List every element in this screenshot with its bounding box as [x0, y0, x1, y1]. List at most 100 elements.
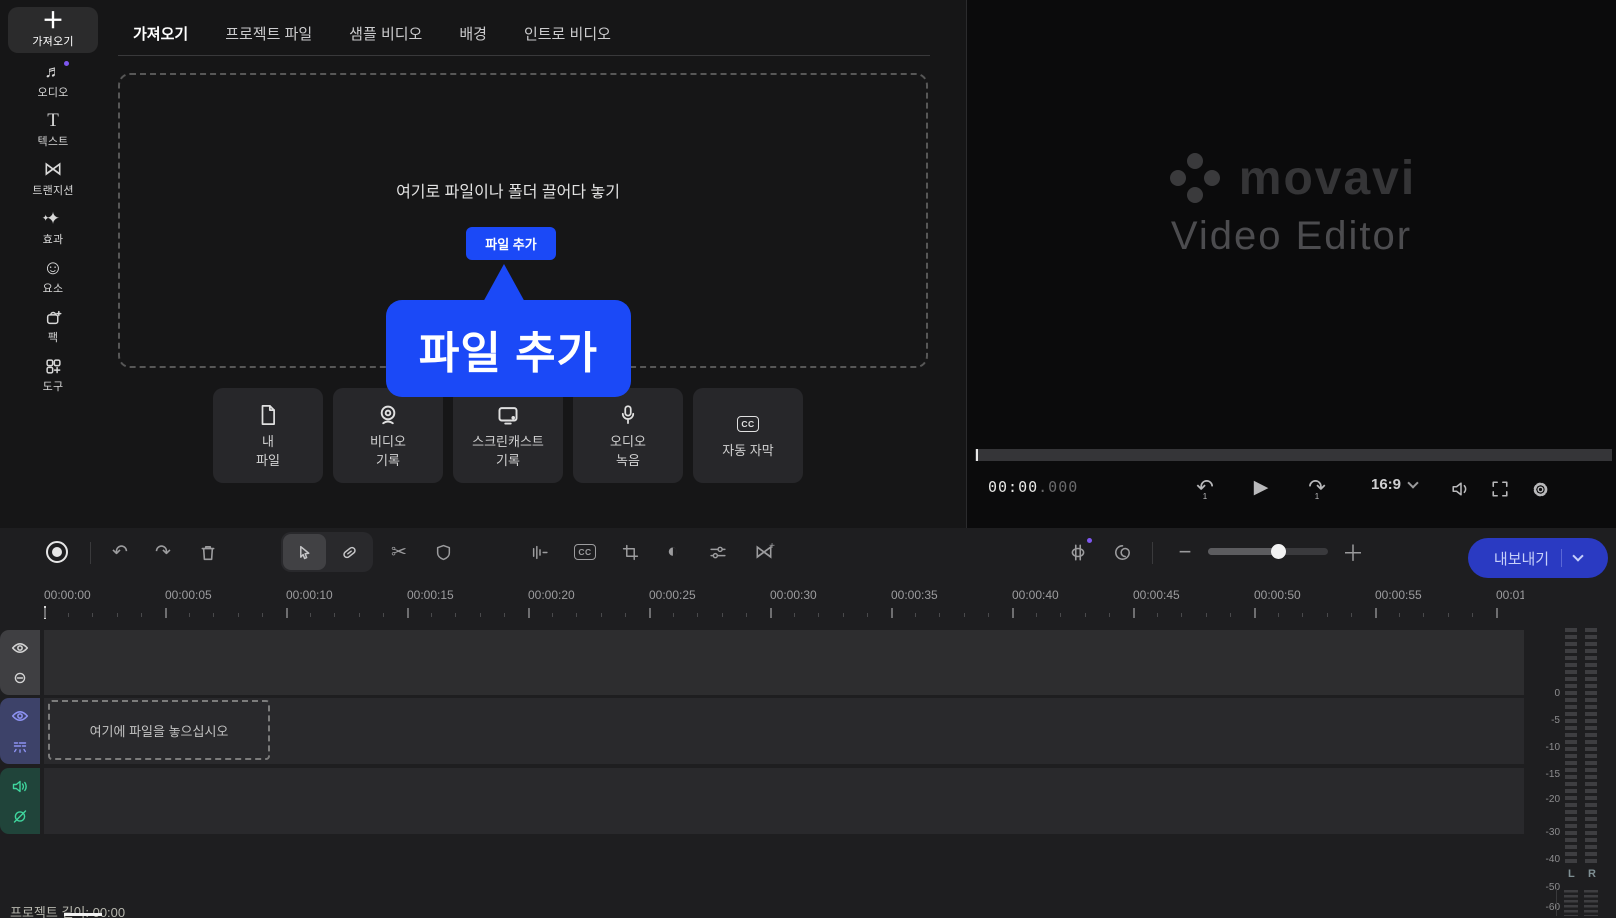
timeline-zoom-slider[interactable] [1208, 548, 1328, 555]
track-mute-speaker-icon[interactable] [10, 777, 30, 795]
captions-button[interactable]: CC [567, 534, 603, 570]
zoom-out-button[interactable]: − [1170, 534, 1200, 570]
track-dropzone[interactable]: 여기에 파일을 놓으십시오 [48, 700, 270, 760]
sidebar-item-transitions[interactable]: ⋈ 트랜지션 [8, 156, 98, 202]
button-label: 오디오 [610, 434, 646, 450]
my-files-button[interactable]: 내 파일 [213, 388, 323, 483]
track-visibility-eye-icon[interactable] [10, 639, 30, 657]
delete-button[interactable] [190, 534, 226, 570]
ruler-tick [92, 613, 93, 617]
play-button[interactable]: ▶ [1245, 470, 1277, 504]
volume-button[interactable] [1446, 474, 1476, 504]
redo-button[interactable]: ↷ [145, 534, 181, 570]
overlay-track [0, 630, 1524, 695]
ruler-tick [1448, 613, 1449, 617]
tab-import[interactable]: 가져오기 [133, 23, 188, 44]
marker-button[interactable] [425, 534, 461, 570]
button-label: 기록 [496, 453, 520, 469]
track-link-icon[interactable] [10, 669, 30, 687]
ruler-tick [1496, 608, 1498, 618]
sidebar-item-label: 효과 [43, 231, 64, 247]
ruler-tick [141, 613, 142, 617]
ruler-tick [843, 613, 844, 617]
tab-backgrounds[interactable]: 배경 [459, 23, 487, 44]
beat-detection-button[interactable] [1060, 534, 1096, 570]
pointer-tool-button[interactable] [283, 534, 326, 570]
ruler-tick [625, 613, 626, 617]
scroll-indicator [64, 913, 102, 916]
track-unlink-icon[interactable] [10, 807, 30, 825]
seek-bar[interactable] [975, 449, 1612, 461]
sidebar-item-tools[interactable]: 도구 [8, 352, 98, 398]
audio-track [0, 768, 1524, 834]
tab-sample-videos[interactable]: 샘플 비디오 [349, 23, 422, 44]
sidebar-item-import[interactable]: ＋ 가져오기 [8, 7, 98, 53]
record-button[interactable] [39, 534, 75, 570]
ruler-label: 00:00:50 [1254, 588, 1301, 602]
fullscreen-button[interactable] [1485, 474, 1515, 504]
tab-project-files[interactable]: 프로젝트 파일 [225, 23, 312, 44]
aspect-ratio-select[interactable]: 16:9 [1371, 476, 1417, 493]
microphone-icon [618, 403, 638, 427]
ruler-tick [310, 613, 311, 617]
ruler-tick [1230, 613, 1231, 617]
export-label: 내보내기 [1494, 548, 1549, 569]
ruler-tick [794, 613, 795, 617]
undo-button[interactable]: ↶ [102, 534, 138, 570]
ruler-tick [649, 608, 651, 618]
sidebar-item-effects[interactable]: ✦✦ 효과 [8, 205, 98, 251]
split-scissors-button[interactable]: ✂ [381, 534, 417, 570]
next-frame-button[interactable]: ↷1 [1301, 470, 1333, 504]
export-button[interactable]: 내보내기 [1468, 538, 1608, 578]
zoom-in-button[interactable]: ＋ [1338, 534, 1368, 570]
zoom-slider-thumb[interactable] [1271, 544, 1286, 559]
ruler-tick [891, 608, 893, 618]
ruler-tick [165, 608, 167, 618]
settings-gear-icon[interactable] [1525, 474, 1555, 504]
overlay-track-lane[interactable] [44, 630, 1524, 695]
meter-db-label: -10 [1546, 742, 1560, 753]
audio-levels-button[interactable] [522, 534, 558, 570]
ruler-tick [673, 613, 674, 617]
meter-db-label: -60 [1546, 902, 1560, 913]
record-screencast-button[interactable]: 스크린캐스트 기록 [453, 388, 563, 483]
seek-playhead[interactable] [976, 449, 978, 461]
timeline-footer: 프로젝트 길이: 00:00 [0, 878, 1524, 918]
track-visibility-eye-icon[interactable] [10, 707, 30, 725]
text-icon: T [47, 111, 59, 131]
record-audio-button[interactable]: 오디오 녹음 [573, 388, 683, 483]
sidebar-item-packs[interactable]: 팩 [8, 303, 98, 349]
color-adjust-button[interactable]: ◐ [655, 534, 691, 570]
export-divider [1561, 549, 1562, 567]
meter-footer-divider [1556, 888, 1557, 916]
trim-tool-button[interactable] [328, 534, 371, 570]
sidebar-item-audio[interactable]: ♬ 오디오 [8, 58, 98, 104]
add-transition-button[interactable]: ⋈+ [746, 534, 782, 570]
ruler-tick [1278, 613, 1279, 617]
button-label: 기록 [376, 453, 400, 469]
crop-button[interactable] [612, 534, 648, 570]
timeline-ruler[interactable]: 00:00:0000:00:0500:00:1000:00:1500:00:20… [0, 584, 1524, 624]
add-files-button[interactable]: 파일 추가 [466, 227, 556, 260]
sidebar-item-elements[interactable]: ☺ 요소 [8, 254, 98, 300]
tab-intro-videos[interactable]: 인트로 비디오 [524, 23, 611, 44]
audio-track-lane[interactable] [44, 768, 1524, 834]
ruler-tick [480, 613, 481, 617]
video-track-lane[interactable]: 여기에 파일을 놓으십시오 [44, 698, 1524, 764]
ruler-tick [407, 608, 409, 618]
video-track-header [0, 698, 40, 764]
file-dropzone[interactable]: 여기로 파일이나 폴더 끌어다 놓기 파일 추가 [118, 73, 928, 368]
video-track: 여기에 파일을 놓으십시오 [0, 698, 1524, 764]
sidebar-item-label: 텍스트 [38, 133, 69, 149]
linking-button[interactable] [1104, 534, 1140, 570]
properties-sliders-button[interactable] [700, 534, 736, 570]
ruler-tick [383, 613, 384, 617]
track-effects-icon[interactable] [10, 737, 30, 755]
ruler-tick [1060, 613, 1061, 617]
elements-icon: ☺ [43, 258, 63, 278]
sidebar-item-text[interactable]: T 텍스트 [8, 107, 98, 153]
record-video-button[interactable]: 비디오 기록 [333, 388, 443, 483]
previous-frame-button[interactable]: ↶1 [1189, 470, 1221, 504]
sidebar-item-label: 팩 [48, 329, 58, 345]
auto-captions-button[interactable]: CC 자동 자막 [693, 388, 803, 483]
